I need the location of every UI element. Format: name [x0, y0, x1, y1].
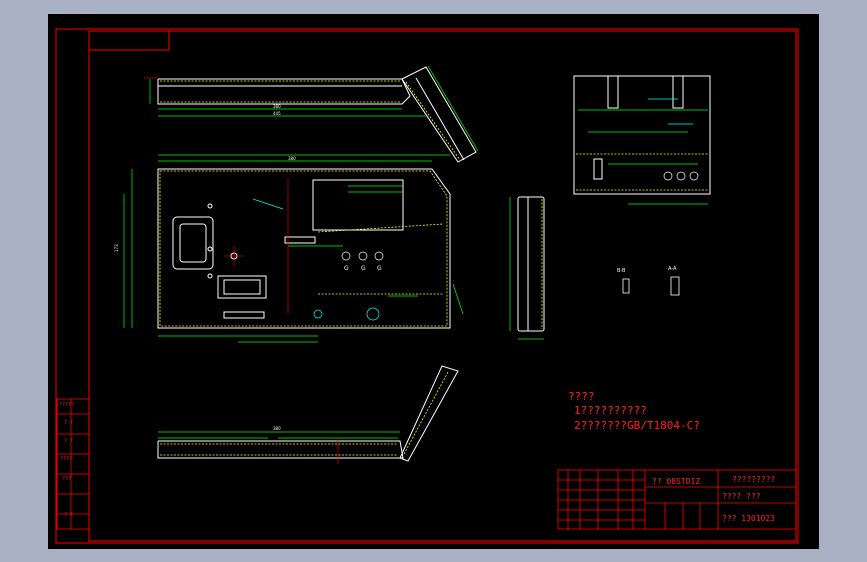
detail-view-top-right: [573, 75, 711, 205]
cad-drawing-sheet: ????? ? ? ? ? ???? ??? ? ? 380 445 G G G…: [55, 28, 799, 544]
bottom-flange-view: 380: [157, 365, 459, 464]
svg-text:445: 445: [273, 111, 281, 116]
svg-text:380: 380: [288, 156, 296, 161]
section-label-bb: B-B: [617, 268, 626, 274]
technical-notes: ???? 1?????????? 2???????GB/T1804-C?: [568, 390, 700, 432]
top-flange-view: 380 445: [144, 65, 479, 163]
svg-text:173: 173: [114, 244, 119, 252]
title-block: ?? 08STDIZ ????????? ???? ??? ??? 130102…: [557, 469, 797, 530]
svg-text:380: 380: [273, 104, 281, 109]
svg-text:380: 380: [273, 426, 281, 431]
side-label-1: ?????: [59, 402, 74, 408]
title-block-title: ?????????: [732, 475, 776, 484]
notes-line-1: 1??????????: [574, 404, 647, 417]
ground-label-3: G: [377, 265, 382, 272]
title-block-drawing-no: ??? 1301023: [722, 514, 775, 523]
title-block-scale-row: ???? ???: [722, 492, 761, 501]
side-label-6: ? ?: [64, 512, 73, 518]
sheet-border: [55, 28, 799, 544]
side-view: [509, 196, 545, 340]
main-plate-view: G G G 380 173: [114, 154, 464, 343]
notes-heading: ????: [568, 390, 595, 403]
section-views: B-B A-A: [617, 266, 680, 296]
side-label-2: ? ?: [64, 420, 73, 426]
side-label-4: ????: [60, 456, 72, 462]
notes-line-2: 2???????GB/T1804-C?: [574, 419, 700, 432]
ground-label-2: G: [361, 265, 366, 272]
section-label-aa: A-A: [668, 266, 677, 272]
title-block-material: ?? 08STDIZ: [652, 477, 700, 486]
ground-label-1: G: [344, 265, 349, 272]
cad-viewport[interactable]: ????? ? ? ? ? ???? ??? ? ? 380 445 G G G…: [48, 14, 819, 549]
ground-symbols: G G G: [341, 251, 384, 272]
side-label-3: ? ?: [64, 438, 73, 444]
side-revision-column: ????? ? ? ? ? ???? ??? ? ?: [56, 398, 90, 530]
side-label-5: ???: [62, 476, 71, 482]
